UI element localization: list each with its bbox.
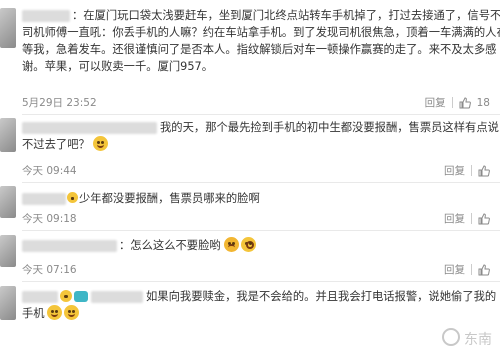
divider	[22, 230, 500, 231]
username-blurred[interactable]	[22, 193, 66, 205]
comment-text: 司机师傅一直吼：你丢手机的人嘛？约在车站拿手机。到了发现司机很焦急，顶着一车满满…	[22, 26, 500, 39]
divider	[471, 213, 472, 224]
avatar[interactable]	[0, 235, 16, 267]
username-blurred[interactable]	[22, 122, 157, 134]
thumbs-up-icon[interactable]	[478, 263, 490, 276]
divider	[22, 281, 500, 282]
comment-text: 不过去了吧？	[22, 138, 90, 151]
comment-actions: 回复	[444, 163, 490, 178]
username-blurred[interactable]	[22, 291, 58, 303]
avatar[interactable]	[0, 118, 16, 152]
divider	[471, 165, 472, 176]
camera-icon	[74, 291, 88, 302]
comment-text: 谢。苹果，可以败卖一千。厦门957。	[22, 60, 214, 73]
divider	[471, 264, 472, 275]
comment-text: 等我，急着发车。还很谨慎问了是否本人。指纹解锁后对车一顿操作赢赛的走了。来不及太…	[22, 43, 497, 56]
reply-button[interactable]: 回复	[425, 95, 446, 110]
emoji-icon	[60, 290, 72, 302]
thumbs-up-icon[interactable]	[478, 164, 490, 177]
sneaky-emoji-icon	[93, 136, 109, 151]
shocked-emoji-icon	[241, 237, 257, 252]
username-blurred[interactable]	[22, 10, 70, 22]
avatar[interactable]	[0, 8, 16, 48]
reply-button[interactable]: 回复	[444, 163, 465, 178]
thumbs-up-icon[interactable]	[459, 96, 471, 109]
divider	[22, 182, 500, 183]
watermark: 东南	[442, 328, 492, 349]
angry-emoji-icon	[224, 237, 240, 252]
reply-button[interactable]: 回复	[444, 262, 465, 277]
reply-button[interactable]: 回复	[444, 211, 465, 226]
comment-text: ：在厦门玩口袋太浅要赶车，坐到厦门北终点站转车手机掉了，打过去接通了，信号不好	[72, 9, 500, 22]
avatar[interactable]	[0, 186, 16, 218]
comment-item: 我的天，那个最先捡到手机的初中生都没要报酬，售票员这样有点说 不过去了吧？	[22, 119, 500, 153]
username-blurred[interactable]	[91, 291, 143, 303]
comment-time: 5月29日 23:52	[22, 97, 97, 109]
divider	[451, 97, 453, 108]
laughing-emoji-icon	[63, 305, 79, 320]
comment-item: ：怎么这么不要脸哟	[22, 237, 500, 254]
comment-item: ：在厦门玩口袋太浅要赶车，坐到厦门北终点站转车手机掉了，打过去接通了，信号不好 …	[22, 7, 500, 75]
comment-text: 如果向我要赎金，我是不会给的。并且我会打电话报警，说她偷了我的	[146, 290, 497, 303]
comment-actions: 回复	[444, 211, 490, 226]
comment-time: 今天 09:18	[22, 213, 77, 225]
smile-emoji-icon	[67, 192, 78, 203]
comment-actions: 回复	[444, 262, 490, 277]
comment-time: 今天 07:16	[22, 264, 77, 276]
comment-time: 今天 09:44	[22, 165, 77, 177]
comment-actions: 回复 18	[425, 95, 490, 110]
comment-text: 手机	[22, 307, 45, 320]
wechat-logo-icon	[442, 328, 460, 346]
watermark-text: 东南	[464, 332, 492, 348]
comment-text: 少年都没要报酬，售票员哪来的脸啊	[79, 192, 260, 205]
divider	[22, 114, 500, 115]
comment-item: 如果向我要赎金，我是不会给的。并且我会打电话报警，说她偷了我的 手机	[22, 288, 500, 322]
thumbs-up-icon[interactable]	[478, 212, 490, 225]
comment-text: 我的天，那个最先捡到手机的初中生都没要报酬，售票员这样有点说	[160, 121, 499, 134]
comment-item: 少年都没要报酬，售票员哪来的脸啊	[22, 190, 500, 207]
avatar[interactable]	[0, 286, 16, 320]
username-blurred[interactable]	[22, 240, 117, 252]
comment-text: ：怎么这么不要脸哟	[119, 239, 221, 252]
laughing-emoji-icon	[46, 305, 62, 320]
like-count: 18	[476, 96, 490, 109]
